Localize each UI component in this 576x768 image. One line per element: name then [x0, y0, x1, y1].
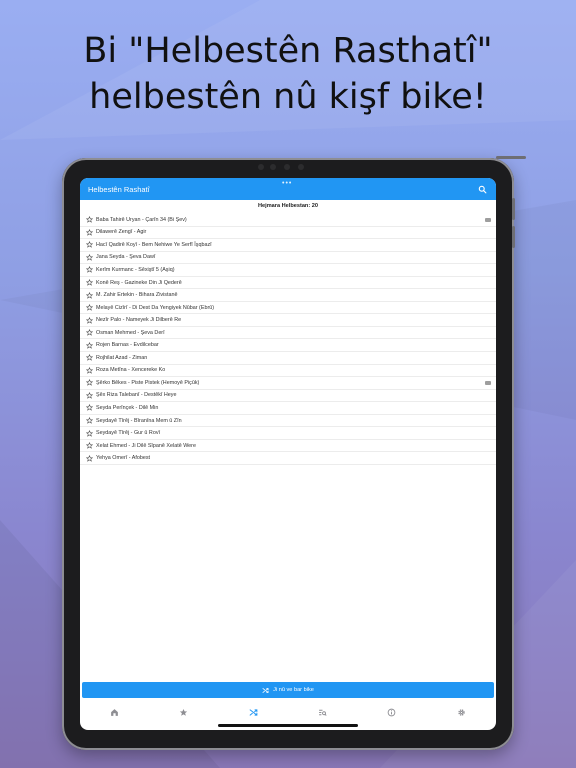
star-outline-icon[interactable] — [86, 304, 93, 311]
star-outline-icon[interactable] — [86, 216, 93, 223]
poem-row[interactable]: Osman Mehmed - Şeva Derî — [80, 327, 496, 340]
poem-row[interactable]: Roza Metîna - Xencereke Ko — [80, 365, 496, 378]
app-screen: Helbestên Rashatî ••• Hejmara Helbestan:… — [80, 178, 496, 730]
star-outline-icon[interactable] — [86, 454, 93, 462]
headline-line-1: Bi "Helbestên Rasthatî" — [83, 31, 493, 71]
star-outline-icon[interactable] — [86, 429, 93, 437]
search-button[interactable] — [476, 183, 488, 195]
poem-row[interactable]: Hacî Qadirê Koyî - Bem Nehiwe Ye Serfî Î… — [80, 239, 496, 252]
app-bar: Helbestên Rashatî ••• — [80, 178, 496, 200]
volume-button-2 — [512, 226, 515, 248]
poem-title: Konê Reş - Gazineke Din Ji Qederê — [96, 279, 182, 286]
poem-title: Melayê Cizîrî - Di Dest Da Yengiyek Nûba… — [96, 304, 215, 311]
star-outline-icon[interactable] — [86, 329, 93, 336]
poem-row[interactable]: Seydayê Tîrêj - Gur û Rovî — [80, 427, 496, 440]
poem-title: Şêrko Bêkes - Piste Pistek (Hemoyê Piçûk… — [96, 379, 200, 386]
star-outline-icon[interactable] — [86, 366, 93, 374]
tab-gear[interactable] — [454, 705, 468, 719]
search-list-icon — [319, 709, 327, 716]
star-outline-icon[interactable] — [86, 291, 93, 299]
poem-row[interactable]: Baba Tahirê Uryan - Çarîn 34 (Bi Şev) — [80, 214, 496, 227]
tab-search-list[interactable] — [316, 705, 330, 719]
media-badge-icon — [485, 217, 491, 222]
shuffle-icon — [249, 708, 258, 716]
power-button — [496, 156, 526, 159]
camera-lens — [298, 164, 304, 170]
poem-row[interactable]: Dilawerê Zengî - Agir — [80, 227, 496, 240]
poem-title: Rojhilat Azad - Ziman — [96, 354, 148, 361]
poem-title: Yehya Omerî - Afobest — [96, 455, 151, 462]
shuffle-icon — [262, 687, 269, 693]
poem-title: Hacî Qadirê Koyî - Bem Nehiwe Ye Serfî Î… — [96, 241, 212, 248]
poem-row[interactable]: Melayê Cizîrî - Di Dest Da Yengiyek Nûba… — [80, 302, 496, 315]
camera-lens — [284, 164, 290, 170]
bottom-tab-bar — [80, 700, 496, 724]
poem-count: Hejmara Helbestan: 20 — [257, 203, 318, 209]
headline-line-2: helbestên nû kişf bike! — [89, 77, 487, 117]
gear-icon — [458, 708, 465, 716]
info-icon — [388, 708, 396, 716]
tab-shuffle[interactable] — [246, 705, 260, 719]
poem-row[interactable]: Seydayê Tîrêj - Bîranîna Mem û Zîn — [80, 415, 496, 428]
promo-headline: Bi "Helbestên Rasthatî" helbestên nû kiş… — [0, 28, 576, 120]
star-outline-icon[interactable] — [86, 417, 93, 424]
star-outline-icon[interactable] — [86, 253, 93, 261]
poem-row[interactable]: M. Zahir Ertekin - Bihara Zivistanê — [80, 289, 496, 302]
poem-title: Rojen Barnas - Evdilcebar — [96, 342, 159, 349]
poem-title: Jana Seyda - Şeva Dawî — [96, 254, 156, 261]
poem-title: Seyda Perînçek - Dilê Min — [96, 404, 159, 411]
star-outline-icon[interactable] — [86, 341, 93, 349]
tablet-frame: Helbestên Rashatî ••• Hejmara Helbestan:… — [62, 156, 526, 750]
poem-row[interactable]: Kerîm Kurmanc - Sêxiştî 5 (Aşiq) — [80, 264, 496, 277]
poem-title: Seydayê Tîrêj - Gur û Rovî — [96, 430, 161, 437]
app-title: Helbestên Rashatî — [88, 184, 150, 194]
home-indicator — [218, 724, 358, 727]
star-outline-icon[interactable] — [86, 391, 93, 399]
search-icon — [478, 185, 486, 193]
poem-title: Osman Mehmed - Şeva Derî — [96, 329, 165, 336]
tab-home[interactable] — [108, 705, 122, 719]
poem-row[interactable]: Yehya Omerî - Afobest — [80, 452, 496, 465]
poem-title: Şêx Riza Talebanî - Destêkî Heye — [96, 392, 177, 399]
media-badge-icon — [485, 380, 491, 385]
star-outline-icon[interactable] — [86, 316, 93, 324]
poem-title: Kerîm Kurmanc - Sêxiştî 5 (Aşiq) — [96, 266, 175, 273]
poem-title: M. Zahir Ertekin - Bihara Zivistanê — [96, 292, 178, 299]
star-outline-icon[interactable] — [86, 379, 93, 387]
poem-row[interactable]: Rojhilat Azad - Ziman — [80, 352, 496, 365]
home-icon — [111, 708, 119, 716]
poem-row[interactable]: Şêrko Bêkes - Piste Pistek (Hemoyê Piçûk… — [80, 377, 496, 390]
poem-title: Dilawerê Zengî - Agir — [96, 229, 147, 236]
poem-row[interactable]: Şêx Riza Talebanî - Destêkî Heye — [80, 390, 496, 403]
star-icon — [180, 708, 188, 716]
poem-row[interactable]: Seyda Perînçek - Dilê Min — [80, 402, 496, 415]
poem-title: Xelat Ehmed - Ji Dilê Sîpanê Xelatê Were — [96, 442, 196, 449]
tab-star[interactable] — [177, 705, 191, 719]
star-outline-icon[interactable] — [86, 279, 93, 286]
star-outline-icon[interactable] — [86, 354, 93, 361]
poem-row[interactable]: Jana Seyda - Şeva Dawî — [80, 252, 496, 265]
tab-info[interactable] — [385, 705, 399, 719]
camera-lens — [270, 164, 276, 170]
camera-lens — [258, 164, 264, 170]
star-outline-icon[interactable] — [86, 442, 93, 449]
star-outline-icon[interactable] — [86, 404, 93, 412]
poem-list: Baba Tahirê Uryan - Çarîn 34 (Bi Şev) Dil… — [80, 214, 496, 465]
multitask-dots[interactable]: ••• — [282, 180, 292, 187]
star-outline-icon[interactable] — [86, 241, 93, 249]
poem-title: Baba Tahirê Uryan - Çarîn 34 (Bi Şev) — [96, 216, 187, 223]
reload-button-label: Ji nû ve bar bike — [273, 687, 314, 693]
poem-row[interactable]: Nezîr Palo - Nameyek Ji Dilberê Re — [80, 314, 496, 327]
poem-title: Nezîr Palo - Nameyek Ji Dilberê Re — [96, 317, 182, 324]
poem-row[interactable]: Xelat Ehmed - Ji Dilê Sîpanê Xelatê Were — [80, 440, 496, 453]
poem-title: Roza Metîna - Xencereke Ko — [96, 367, 166, 374]
poem-row[interactable]: Konê Reş - Gazineke Din Ji Qederê — [80, 277, 496, 290]
poem-row[interactable]: Rojen Barnas - Evdilcebar — [80, 339, 496, 353]
star-outline-icon[interactable] — [86, 266, 93, 274]
poem-title: Seydayê Tîrêj - Bîranîna Mem û Zîn — [96, 417, 182, 424]
reload-button[interactable]: Ji nû ve bar bike — [82, 682, 494, 698]
volume-button — [512, 198, 515, 220]
star-outline-icon[interactable] — [86, 228, 93, 236]
